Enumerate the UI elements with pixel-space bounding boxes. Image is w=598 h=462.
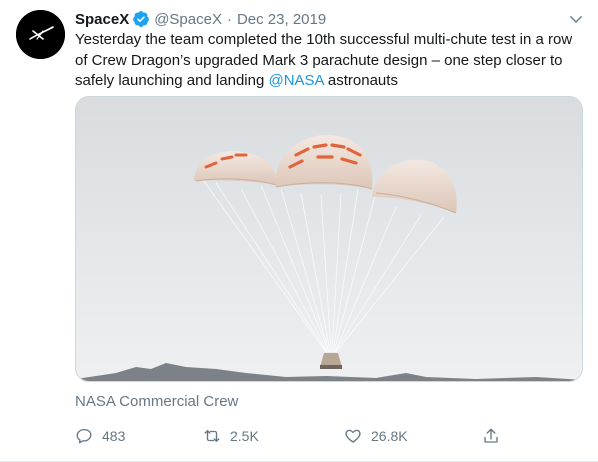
media-credit[interactable]: NASA Commercial Crew bbox=[75, 393, 238, 410]
retweet-icon bbox=[204, 430, 220, 442]
chevron-down-icon[interactable] bbox=[567, 10, 585, 28]
mention-link[interactable]: @NASA bbox=[268, 72, 323, 89]
tweet-text-line: safely launching and landing @NASA astro… bbox=[75, 71, 585, 92]
tweet-photo[interactable] bbox=[75, 96, 583, 382]
like-button[interactable]: 26.8K bbox=[344, 427, 408, 445]
tweet-text-line: Yesterday the team completed the 10th su… bbox=[75, 31, 573, 48]
spacex-logo bbox=[16, 10, 65, 59]
reply-button[interactable]: 483 bbox=[75, 427, 125, 445]
verified-badge-icon bbox=[132, 10, 150, 28]
tweet-header: SpaceX @SpaceX · Dec 23, 2019 bbox=[75, 9, 326, 29]
tweet-actions: 483 2.5K 26.8K bbox=[75, 427, 515, 447]
reply-count: 483 bbox=[102, 428, 126, 444]
author-handle[interactable]: @SpaceX bbox=[154, 11, 222, 28]
parachute-photo bbox=[76, 97, 582, 381]
tweet-text-segment: safely launching and landing bbox=[75, 72, 269, 89]
tweet-text-segment: astronauts bbox=[323, 72, 398, 89]
heart-icon bbox=[345, 429, 361, 443]
share-button[interactable] bbox=[482, 427, 509, 445]
separator-dot: · bbox=[226, 10, 232, 28]
tweet-date[interactable]: Dec 23, 2019 bbox=[237, 11, 326, 28]
tweet-text-line: of Crew Dragon’s upgraded Mark 3 parachu… bbox=[75, 51, 563, 69]
retweet-count: 2.5K bbox=[230, 428, 259, 444]
avatar[interactable] bbox=[16, 10, 65, 59]
author-name[interactable]: SpaceX bbox=[75, 11, 129, 28]
reply-icon bbox=[76, 428, 92, 444]
retweet-button[interactable]: 2.5K bbox=[203, 427, 259, 445]
tweet-card[interactable]: SpaceX @SpaceX · Dec 23, 2019 Yesterday … bbox=[0, 0, 598, 462]
share-icon bbox=[484, 428, 498, 443]
tweet-text: Yesterday the team completed the 10th su… bbox=[75, 30, 585, 92]
like-count: 26.8K bbox=[371, 428, 408, 444]
